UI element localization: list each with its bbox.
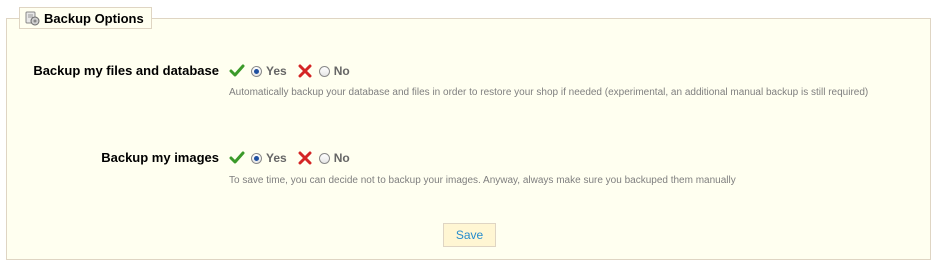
cross-icon — [297, 64, 313, 78]
backup-files-no-label[interactable]: No — [334, 64, 350, 78]
cross-icon — [297, 151, 313, 165]
backup-images-hint: To save time, you can decide not to back… — [229, 175, 736, 186]
check-icon — [229, 64, 245, 78]
backup-images-no-label[interactable]: No — [334, 151, 350, 165]
backup-files-options: Yes No — [229, 64, 360, 78]
backup-files-hint: Automatically backup your database and f… — [229, 87, 869, 98]
legend: Backup Options — [19, 7, 152, 29]
backup-files-label: Backup my files and database — [33, 63, 219, 78]
backup-icon — [24, 10, 40, 26]
legend-title: Backup Options — [44, 10, 144, 26]
backup-images-yes-label[interactable]: Yes — [266, 151, 287, 165]
save-button[interactable]: Save — [443, 223, 496, 247]
check-icon — [229, 151, 245, 165]
backup-images-label: Backup my images — [101, 150, 219, 165]
backup-images-no-radio[interactable] — [318, 152, 330, 164]
backup-files-yes-radio[interactable] — [251, 65, 262, 77]
backup-images-options: Yes No — [229, 151, 360, 165]
backup-images-yes-radio[interactable] — [251, 152, 262, 164]
backup-files-yes-label[interactable]: Yes — [266, 64, 287, 78]
backup-files-no-radio[interactable] — [318, 65, 330, 77]
